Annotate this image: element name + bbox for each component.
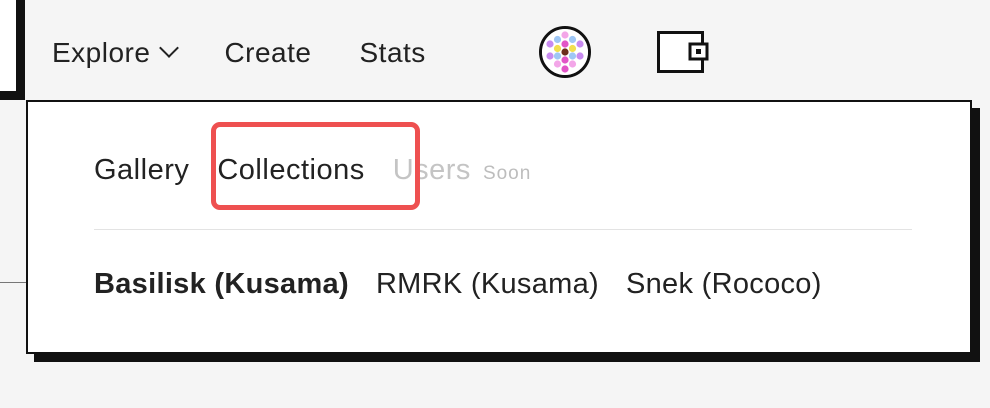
chain-rmrk-kusama[interactable]: RMRK (Kusama) (376, 268, 599, 301)
top-nav: Explore Create Stats (52, 28, 426, 78)
chain-list: Basilisk (Kusama) RMRK (Kusama) Snek (Ro… (94, 268, 849, 301)
wallet-icon (657, 31, 709, 73)
nav-explore-label: Explore (52, 37, 151, 68)
chevron-down-icon (159, 38, 180, 58)
nav-explore[interactable]: Explore (52, 37, 180, 69)
page: Explore Create Stats Gallery Collections… (0, 0, 990, 408)
identicon-avatar[interactable] (539, 26, 591, 78)
nav-stats[interactable]: Stats (359, 37, 425, 69)
tab-users: Users (392, 154, 471, 186)
explore-tabs: Gallery Collections Users Soon (94, 154, 531, 187)
tab-gallery[interactable]: Gallery (94, 154, 189, 187)
menu-divider (94, 229, 912, 230)
chain-snek-rococo[interactable]: Snek (Rococo) (626, 268, 822, 301)
chain-basilisk-kusama[interactable]: Basilisk (Kusama) (94, 268, 349, 301)
logo-box[interactable] (0, 0, 19, 94)
soon-badge: Soon (482, 163, 532, 184)
explore-dropdown: Gallery Collections Users Soon Basilisk … (26, 100, 972, 354)
tab-collections[interactable]: Collections (217, 154, 364, 187)
wallet-button[interactable] (657, 31, 709, 73)
identicon-icon (542, 29, 588, 75)
nav-create[interactable]: Create (224, 37, 311, 69)
